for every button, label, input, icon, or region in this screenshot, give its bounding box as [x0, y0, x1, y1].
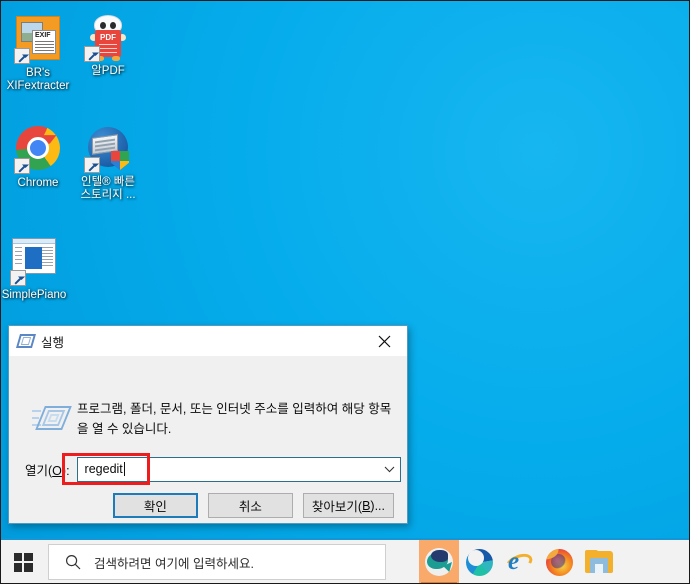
- dialog-titlebar[interactable]: 실행: [9, 326, 407, 356]
- close-icon: [378, 335, 391, 347]
- browse-button[interactable]: 찾아보기(B)...: [302, 493, 394, 518]
- taskbar-item-file-explorer[interactable]: [579, 540, 619, 584]
- open-combobox[interactable]: regedit: [76, 456, 401, 482]
- desktop-icon-intel-rapid-storage[interactable]: 인텔® 빠른 스토리지 ...: [72, 124, 144, 202]
- intel-rapid-storage-icon: [84, 125, 132, 173]
- taskbar: 검색하려면 여기에 입력하세요. e: [0, 538, 690, 584]
- file-explorer-icon: [585, 550, 613, 574]
- firefox-icon: [545, 548, 573, 576]
- open-input-value[interactable]: regedit: [85, 462, 123, 476]
- start-button[interactable]: [0, 540, 46, 584]
- chevron-down-icon: [384, 466, 394, 472]
- run-window-icon: [15, 334, 37, 348]
- desktop-icon-chrome[interactable]: Chrome: [2, 124, 74, 190]
- close-button[interactable]: [362, 326, 407, 356]
- screen: EXIF BR's XIFextracter PDF 알PDF Chrome 인…: [0, 0, 690, 584]
- desktop-icon-exif-extractor[interactable]: EXIF BR's XIFextracter: [2, 14, 74, 93]
- taskbar-item-whale-browser[interactable]: [419, 540, 459, 584]
- open-field-row: 열기(O): regedit: [25, 456, 401, 482]
- open-field-label: 열기(O):: [25, 463, 70, 478]
- shortcut-arrow-icon: [10, 270, 26, 286]
- desktop-icon-alpdf[interactable]: PDF 알PDF: [72, 14, 144, 78]
- shortcut-arrow-icon: [84, 46, 100, 62]
- simplepiano-icon: [10, 238, 58, 286]
- dialog-body: 프로그램, 폴더, 문서, 또는 인터넷 주소를 입력하여 해당 항목을 열 수…: [9, 356, 407, 495]
- shortcut-arrow-icon: [14, 158, 30, 174]
- taskbar-item-firefox[interactable]: [539, 540, 579, 584]
- microsoft-edge-icon: [465, 548, 493, 576]
- whale-browser-icon: [425, 548, 453, 576]
- taskbar-item-internet-explorer[interactable]: e: [499, 540, 539, 584]
- text-cursor: [123, 462, 125, 476]
- chrome-icon: [14, 126, 62, 174]
- desktop-icon-label: 알PDF: [91, 65, 125, 77]
- desktop-icon-label: Chrome: [17, 177, 59, 189]
- dialog-description: 프로그램, 폴더, 문서, 또는 인터넷 주소를 입력하여 해당 항목을 열 수…: [77, 402, 392, 436]
- dialog-title: 실행: [41, 335, 65, 350]
- shortcut-arrow-icon: [84, 157, 100, 173]
- taskbar-pinned-apps: e: [419, 540, 619, 584]
- desktop-icon-simplepiano[interactable]: SimplePiano: [0, 232, 70, 302]
- exif-extractor-icon: EXIF: [14, 16, 62, 64]
- search-placeholder-text: 검색하려면 여기에 입력하세요.: [94, 556, 254, 571]
- alpdf-icon: PDF: [84, 14, 132, 62]
- desktop-icon-label: SimplePiano: [1, 289, 67, 301]
- dialog-button-row: 확인 취소 찾아보기(B)...: [9, 493, 407, 523]
- cancel-button[interactable]: 취소: [207, 493, 293, 518]
- search-icon: [65, 554, 81, 570]
- dropdown-toggle[interactable]: [378, 458, 400, 481]
- desktop-icon-label: BR's XIFextracter: [6, 67, 70, 92]
- search-input[interactable]: 검색하려면 여기에 입력하세요.: [48, 544, 386, 580]
- shortcut-arrow-icon: [14, 48, 30, 64]
- desktop-icon-label: 인텔® 빠른 스토리지 ...: [80, 176, 136, 201]
- taskbar-item-microsoft-edge[interactable]: [459, 540, 499, 584]
- run-large-icon: [32, 404, 72, 432]
- windows-start-icon: [13, 552, 33, 572]
- internet-explorer-icon: e: [503, 548, 535, 576]
- ok-button[interactable]: 확인: [112, 493, 198, 518]
- run-dialog[interactable]: 실행 프로그램, 폴더, 문서, 또는 인터넷 주소를 입력하여 해당 항목을 …: [8, 325, 408, 524]
